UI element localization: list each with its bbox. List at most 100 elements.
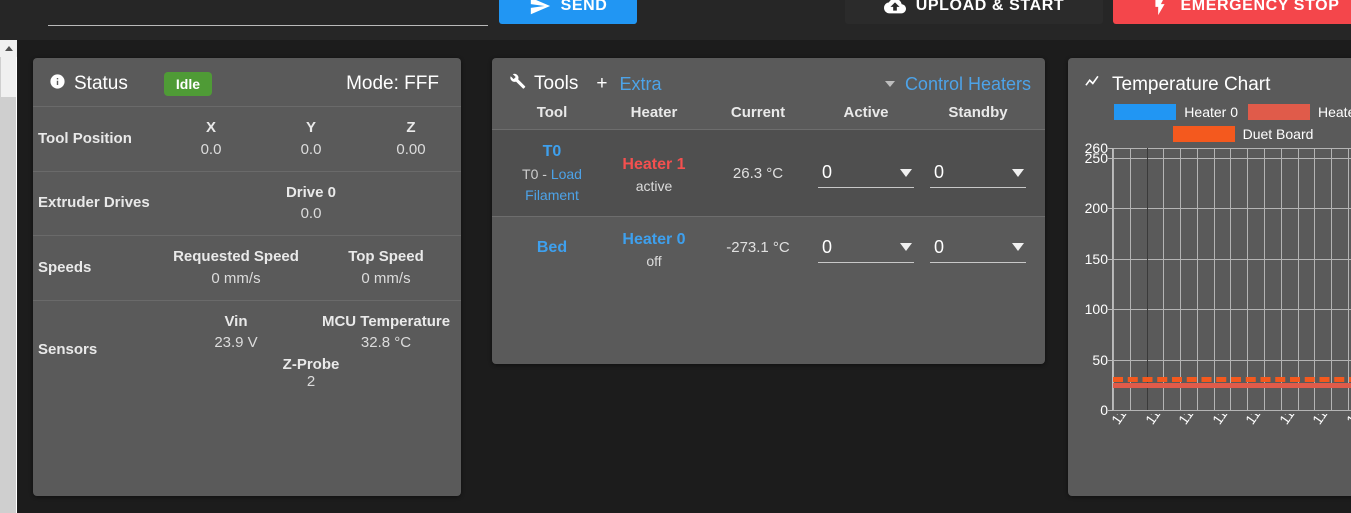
mcu-temp-label: MCU Temperature xyxy=(321,312,451,330)
send-button-label: SEND xyxy=(560,0,608,14)
tool-subtext: T0 - Load Filament xyxy=(502,164,602,206)
grid-line-vertical-minor xyxy=(1196,148,1198,410)
chart-line-icon xyxy=(1084,72,1104,98)
y-axis-tick-label: 260 xyxy=(1084,140,1108,156)
printer-mode-label: Mode: FFF xyxy=(346,73,439,94)
x-axis-tick-label: 11:21 xyxy=(1242,414,1275,427)
upload-and-start-button[interactable]: UPLOAD & START xyxy=(845,0,1103,24)
tools-table-header: Tool Heater Current Active Standby xyxy=(492,104,1045,130)
temperature-chart-panel: Temperature Chart Heater 0 Heater 1 Duet B… xyxy=(1068,58,1351,496)
status-cell-requested-speed: Requested Speed 0 mm/s xyxy=(161,246,311,290)
top-speed-value: 0 mm/s xyxy=(361,269,411,287)
tool-cell: T0 T0 - Load Filament xyxy=(502,140,602,206)
drive-0-label: Drive 0 xyxy=(285,183,337,201)
vin-label: Vin xyxy=(224,312,248,330)
control-heaters-link[interactable]: Control Heaters xyxy=(905,74,1031,95)
chevron-down-icon xyxy=(900,243,912,252)
x-axis-tick-label: 11:17 xyxy=(1112,414,1141,427)
legend-swatch xyxy=(1248,104,1310,120)
x-axis-tick-label: 11:22 xyxy=(1276,414,1309,427)
send-button[interactable]: SEND xyxy=(499,0,637,24)
add-tool-button[interactable]: + xyxy=(596,73,607,95)
tool-subtext-prefix: T0 - xyxy=(522,166,551,182)
emergency-stop-button[interactable]: EMERGENCY STOP xyxy=(1113,0,1351,24)
x-axis-tick-label: 11:19 xyxy=(1175,414,1208,427)
control-heaters-group: Control Heaters xyxy=(884,74,1031,95)
table-row[interactable]: Bed Heater 0 off -273.1 °C 0 0 xyxy=(492,216,1045,279)
chart-x-axis: 11:1711:1811:1911:2011:2111:2211:2311:24… xyxy=(1112,414,1351,472)
column-header-standby: Standby xyxy=(948,104,1008,121)
active-temperature-select[interactable]: 0 xyxy=(818,158,914,188)
tools-panel-title: Tools + Extra xyxy=(508,72,661,96)
active-temperature-value: 0 xyxy=(822,236,833,257)
tools-panel: Tools + Extra Control Heaters Tool Heate… xyxy=(492,58,1045,364)
axis-x-label: X xyxy=(205,119,216,136)
grid-line-vertical xyxy=(1247,148,1249,410)
tool-cell: Bed xyxy=(502,236,602,260)
grid-line-vertical xyxy=(1347,148,1349,410)
status-panel-header: Status Idle Mode: FFF xyxy=(33,58,461,106)
grid-line-horizontal xyxy=(1113,410,1351,411)
tool-name-link[interactable]: T0 xyxy=(502,140,602,164)
table-row[interactable]: T0 T0 - Load Filament Heater 1 active 26… xyxy=(492,130,1045,216)
column-header-heater: Heater xyxy=(630,104,678,121)
chart-title-text: Temperature Chart xyxy=(1112,74,1271,95)
y-axis-tick-mark xyxy=(1108,410,1113,411)
top-speed-label: Top Speed xyxy=(348,248,424,265)
status-title-text: Status xyxy=(74,73,128,94)
extra-link[interactable]: Extra xyxy=(619,74,661,95)
tools-panel-header: Tools + Extra Control Heaters xyxy=(492,58,1045,104)
scrollbar-up-arrow-button[interactable] xyxy=(0,40,17,57)
legend-swatch xyxy=(1172,126,1235,142)
tool-name-link[interactable]: Bed xyxy=(502,236,602,260)
z-probe-label: Z-Probe xyxy=(282,356,340,373)
drive-0-value: 0.0 xyxy=(300,205,322,223)
status-cell-mcu-temp: MCU Temperature 32.8 °C xyxy=(311,311,461,355)
legend-item[interactable]: Heater 1 xyxy=(1248,104,1351,120)
chevron-down-icon[interactable] xyxy=(884,81,895,87)
x-axis-tick-label: 11:20 xyxy=(1209,414,1242,427)
scrollbar-thumb[interactable] xyxy=(1,57,16,97)
y-axis-tick-label: 100 xyxy=(1084,301,1108,318)
requested-speed-label: Requested Speed xyxy=(173,248,299,265)
status-row-label: Sensors xyxy=(38,341,98,359)
status-row-label: Tool Position xyxy=(38,129,132,147)
standby-temperature-select[interactable]: 0 xyxy=(930,158,1026,188)
chevron-down-icon xyxy=(900,168,912,177)
status-row-sensors: Sensors Vin 23.9 V MCU Temperature 32.8 … xyxy=(33,299,461,401)
grid-line-vertical xyxy=(1314,148,1316,410)
requested-speed-value: 0 mm/s xyxy=(211,269,261,287)
tools-title-text: Tools xyxy=(534,73,579,94)
chart-panel-title: Temperature Chart xyxy=(1084,72,1270,98)
axis-x-value: 0.0 xyxy=(200,140,222,158)
chart-series-duet-board xyxy=(1113,376,1351,382)
grid-line-vertical-minor xyxy=(1331,148,1333,410)
heater-name-link[interactable]: Heater 0 xyxy=(602,227,706,253)
legend-swatch xyxy=(1114,104,1177,120)
mcu-temp-value: 32.8 °C xyxy=(360,334,412,352)
top-toolbar: SEND UPLOAD & START EMERGENCY STOP xyxy=(0,0,1351,40)
status-row-speeds: Speeds Requested Speed 0 mm/s Top Speed … xyxy=(33,235,461,300)
status-cell-y: Y 0.0 xyxy=(261,117,361,161)
current-temperature: -273.1 °C xyxy=(726,239,790,257)
grid-line-vertical-minor xyxy=(1163,148,1165,410)
chart-legend: Heater 0 Heater 1 Duet Board xyxy=(1068,104,1351,146)
emergency-stop-label: EMERGENCY STOP xyxy=(1180,0,1340,14)
active-temperature-select[interactable]: 0 xyxy=(818,233,914,263)
active-temperature-cell: 0 xyxy=(810,233,922,263)
status-cell-vin: Vin 23.9 V xyxy=(161,311,311,355)
grid-line-vertical-minor xyxy=(1129,148,1131,410)
gcode-send-input[interactable] xyxy=(48,0,488,25)
legend-item[interactable]: Duet Board xyxy=(1172,126,1313,142)
grid-line-vertical xyxy=(1213,148,1215,410)
status-badge: Idle xyxy=(163,72,212,96)
heater-name-link[interactable]: Heater 1 xyxy=(602,152,706,178)
grid-line-vertical xyxy=(1280,148,1282,410)
page-scrollbar[interactable] xyxy=(0,40,17,513)
legend-item[interactable]: Heater 0 xyxy=(1114,104,1238,120)
chart-grid xyxy=(1108,148,1351,411)
status-cell-top-speed: Top Speed 0 mm/s xyxy=(311,246,461,290)
standby-temperature-select[interactable]: 0 xyxy=(930,233,1026,263)
axis-z-label: Z xyxy=(406,119,416,136)
heater-cell: Heater 1 active xyxy=(602,152,706,194)
